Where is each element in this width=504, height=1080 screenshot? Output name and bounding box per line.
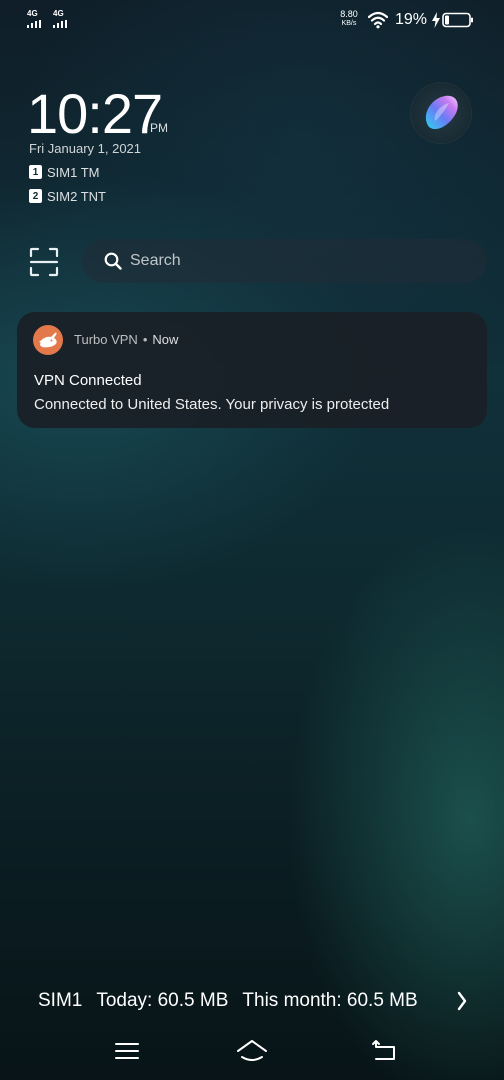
- vpn-notification[interactable]: Turbo VPN • Now VPN Connected Connected to…: [17, 312, 487, 428]
- search-placeholder: Search: [130, 252, 181, 269]
- sim1-signal-icon: 4G: [27, 10, 47, 30]
- notification-body: Connected to United States. Your privacy…: [34, 396, 390, 413]
- network-speed-unit: KB/s: [341, 20, 357, 27]
- sim1-network-type: 4G: [27, 9, 38, 18]
- assistant-button[interactable]: [411, 83, 471, 143]
- network-speed-value: 8.80: [340, 9, 358, 19]
- lockscreen-date: Fri January 1, 2021: [29, 141, 142, 156]
- data-usage-summary[interactable]: SIM1 Today: 60.5 MB This month: 60.5 MB: [38, 990, 418, 1012]
- scan-icon[interactable]: [29, 247, 59, 277]
- sim1-carrier: 1 SIM1 TM: [29, 164, 100, 180]
- search-icon: [104, 252, 122, 270]
- sim1-badge: 1: [29, 165, 42, 179]
- rabbit-icon: [39, 332, 57, 348]
- sim1-carrier-label: SIM1 TM: [47, 164, 100, 180]
- notification-separator: •: [142, 332, 148, 347]
- turbo-vpn-app-icon: [33, 325, 63, 355]
- data-usage-sim: SIM1: [38, 990, 83, 1011]
- sim2-carrier: 2 SIM2 TNT: [29, 188, 106, 204]
- chevron-right-icon[interactable]: [455, 990, 469, 1012]
- sim2-network-type: 4G: [53, 9, 64, 18]
- data-usage-today: Today: 60.5 MB: [96, 990, 229, 1011]
- data-usage-month: This month: 60.5 MB: [242, 990, 418, 1011]
- sim2-badge: 2: [29, 189, 42, 203]
- sim2-signal-icon: 4G: [53, 10, 73, 30]
- notification-title: VPN Connected: [34, 372, 142, 389]
- menu-icon[interactable]: [110, 1036, 144, 1066]
- lightning-icon: [432, 12, 440, 28]
- wifi-icon: [368, 11, 388, 29]
- battery-percent: 19%: [395, 11, 428, 28]
- back-icon[interactable]: [368, 1036, 402, 1066]
- battery-icon: [442, 12, 473, 28]
- search-bar[interactable]: Search: [82, 239, 487, 283]
- clock-ampm: PM: [150, 121, 168, 135]
- sim2-carrier-label: SIM2 TNT: [47, 188, 106, 204]
- status-bar: 4G 4G 8.80 KB/s 19%: [0, 0, 504, 40]
- notification-header: Turbo VPN • Now: [74, 332, 178, 347]
- notification-time: Now: [152, 332, 179, 347]
- assistant-orb-icon: [425, 95, 458, 130]
- home-icon[interactable]: [235, 1036, 269, 1066]
- clock-time: 10:27: [27, 82, 163, 145]
- notification-app-name: Turbo VPN: [74, 332, 138, 347]
- network-speed: 8.80 KB/s: [334, 9, 364, 29]
